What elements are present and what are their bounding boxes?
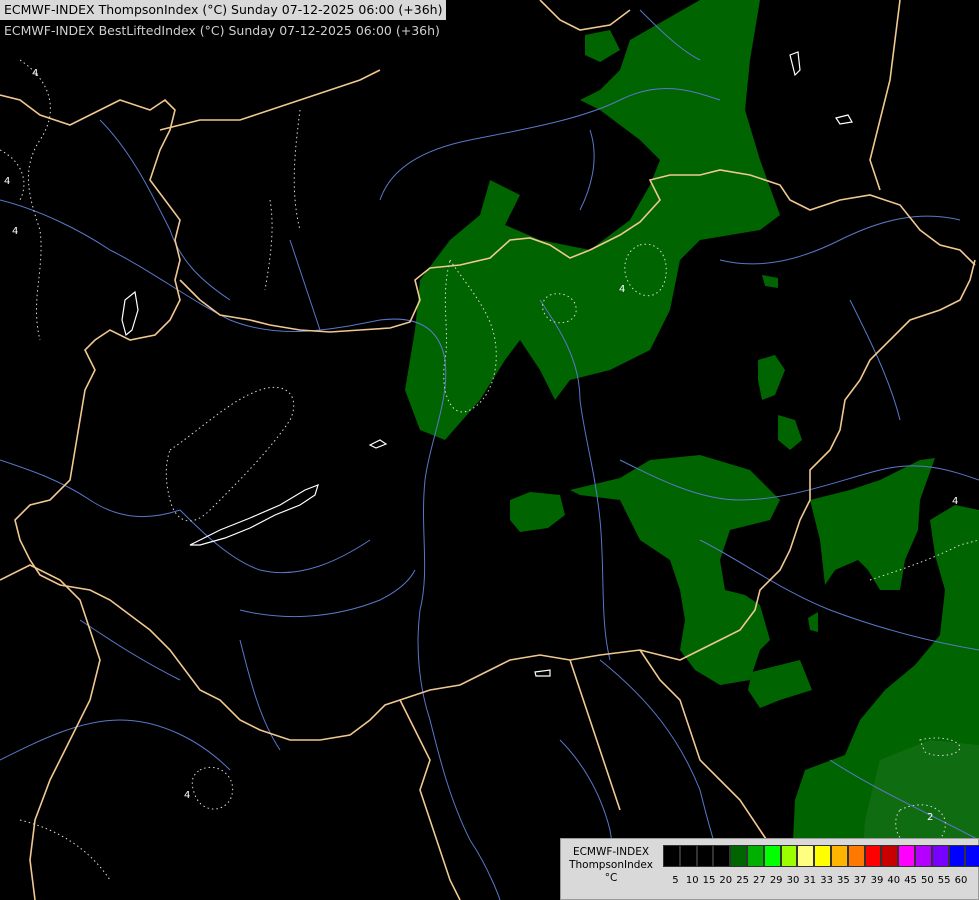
contour-label: 4	[32, 68, 38, 79]
legend-swatch	[679, 845, 697, 867]
legend-tick-label: 37	[853, 875, 867, 886]
legend-swatch	[931, 845, 949, 867]
legend-swatch	[965, 845, 979, 867]
legend-swatch	[730, 845, 747, 867]
legend-model: ECMWF-INDEX	[572, 846, 650, 858]
legend-swatch	[780, 845, 798, 867]
legend-tick-label: 29	[769, 875, 783, 886]
legend-swatch	[898, 845, 915, 867]
legend-parameter: ThompsonIndex	[569, 859, 653, 871]
legend-tick-label: 15	[702, 875, 716, 886]
legend-tick-label: 10	[685, 875, 699, 886]
legend-swatch	[914, 845, 932, 867]
legend-unit: °C	[604, 872, 618, 884]
legend-swatch	[797, 845, 815, 867]
legend-swatch	[847, 845, 865, 867]
legend-tick-label: 25	[736, 875, 749, 886]
legend-swatch	[830, 845, 848, 867]
legend-swatch	[713, 845, 731, 867]
legend-swatch	[763, 845, 781, 867]
weather-map: 4 4 4 4 4 4 2	[0, 0, 979, 900]
contour-label: 4	[619, 284, 625, 295]
legend-ticks: 5 10 15 20 25 27 29 30 31 33 35 37 39 40 45 50 55 60	[667, 875, 969, 886]
legend-swatch	[696, 845, 714, 867]
legend-tick-label: 40	[887, 875, 901, 886]
legend-swatch	[663, 845, 680, 867]
contour-label: 4	[12, 226, 18, 237]
legend-tick-label: 20	[719, 875, 733, 886]
legend-swatch	[948, 845, 966, 867]
header-thompson-index: ECMWF-INDEX ThompsonIndex (°C) Sunday 07…	[0, 0, 447, 20]
legend-title: ECMWF-INDEX ThompsonIndex °C	[563, 846, 659, 885]
legend-tick-label: 55	[937, 875, 951, 886]
legend-tick-label: 39	[870, 875, 884, 886]
legend-swatch	[746, 845, 764, 867]
legend-tick-label: 50	[920, 875, 934, 886]
contour-label: 4	[4, 176, 10, 187]
legend-tick-label: 30	[786, 875, 800, 886]
contour-label: 4	[184, 790, 190, 801]
legend-swatch	[814, 845, 831, 867]
color-legend: ECMWF-INDEX ThompsonIndex °C 5 10 15 20 25 27…	[560, 838, 979, 900]
legend-tick-label: 60	[954, 875, 968, 886]
legend-tick-label: 35	[837, 875, 850, 886]
legend-swatches	[663, 845, 979, 867]
legend-tick-label: 45	[904, 875, 917, 886]
contour-label: 2	[927, 812, 933, 823]
legend-swatch	[864, 845, 882, 867]
legend-swatch	[881, 845, 899, 867]
contour-label: 4	[952, 496, 958, 507]
legend-tick-label: 5	[672, 875, 679, 886]
legend-tick-label: 27	[753, 875, 766, 886]
legend-tick-label: 31	[803, 875, 817, 886]
header-best-lifted-index: ECMWF-INDEX BestLiftedIndex (°C) Sunday …	[0, 21, 444, 41]
legend-tick-label: 33	[820, 875, 833, 886]
